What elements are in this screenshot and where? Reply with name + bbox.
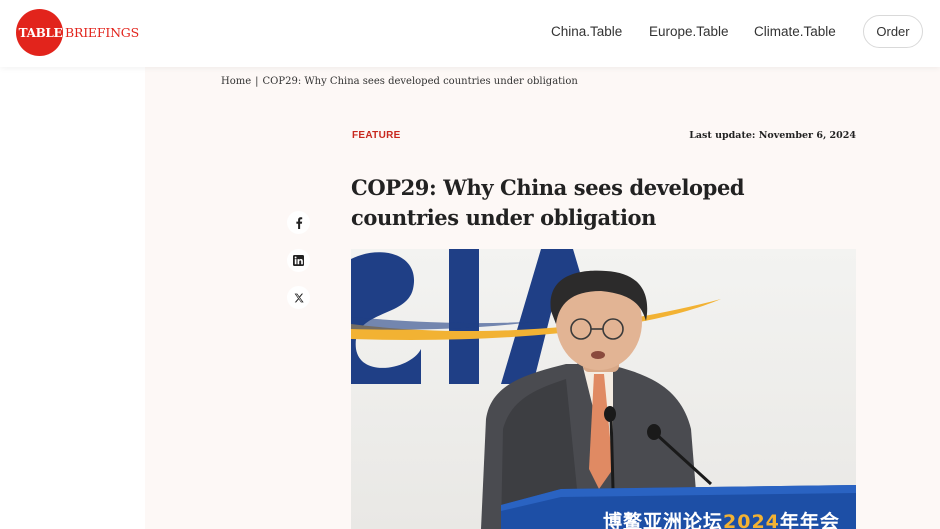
podium-text-cn: 博鳌亚洲论坛 bbox=[603, 511, 724, 529]
breadcrumb: Home | COP29: Why China sees developed cou… bbox=[221, 76, 578, 87]
podium-text: 博鳌亚洲论坛2024年年会 bbox=[603, 507, 840, 529]
article-category[interactable]: FEATURE bbox=[352, 130, 401, 141]
share-facebook-button[interactable] bbox=[287, 211, 310, 234]
article-hero-image: 博鳌亚洲论坛2024年年会 bbox=[351, 249, 856, 529]
nav-europe-table[interactable]: Europe.Table bbox=[649, 24, 729, 39]
article-title: COP29: Why China sees developed countrie… bbox=[351, 175, 745, 230]
linkedin-icon bbox=[293, 255, 304, 266]
table-briefings-logo[interactable]: TABLE BRIEFINGS bbox=[16, 9, 139, 56]
logo-circle: TABLE bbox=[16, 9, 63, 56]
podium-text-suffix: 年年会 bbox=[779, 511, 840, 529]
x-icon bbox=[294, 293, 304, 302]
logo-briefings-text: BRIEFINGS bbox=[65, 25, 139, 40]
breadcrumb-current: COP29: Why China sees developed countrie… bbox=[262, 76, 578, 87]
facebook-icon bbox=[295, 216, 302, 229]
order-button[interactable]: Order bbox=[863, 15, 923, 48]
hero-illustration bbox=[351, 249, 856, 529]
share-linkedin-button[interactable] bbox=[287, 249, 310, 272]
share-x-button[interactable] bbox=[287, 286, 310, 309]
nav-climate-table[interactable]: Climate.Table bbox=[754, 24, 836, 39]
last-update: Last update: November 6, 2024 bbox=[689, 130, 856, 141]
logo-table-text: TABLE bbox=[18, 25, 63, 40]
podium-text-year: 2024 bbox=[723, 511, 780, 529]
nav-china-table[interactable]: China.Table bbox=[551, 24, 622, 39]
site-header: TABLE BRIEFINGS China.Table Europe.Table… bbox=[0, 0, 940, 67]
breadcrumb-separator: | bbox=[255, 76, 259, 87]
breadcrumb-home[interactable]: Home bbox=[221, 76, 251, 87]
